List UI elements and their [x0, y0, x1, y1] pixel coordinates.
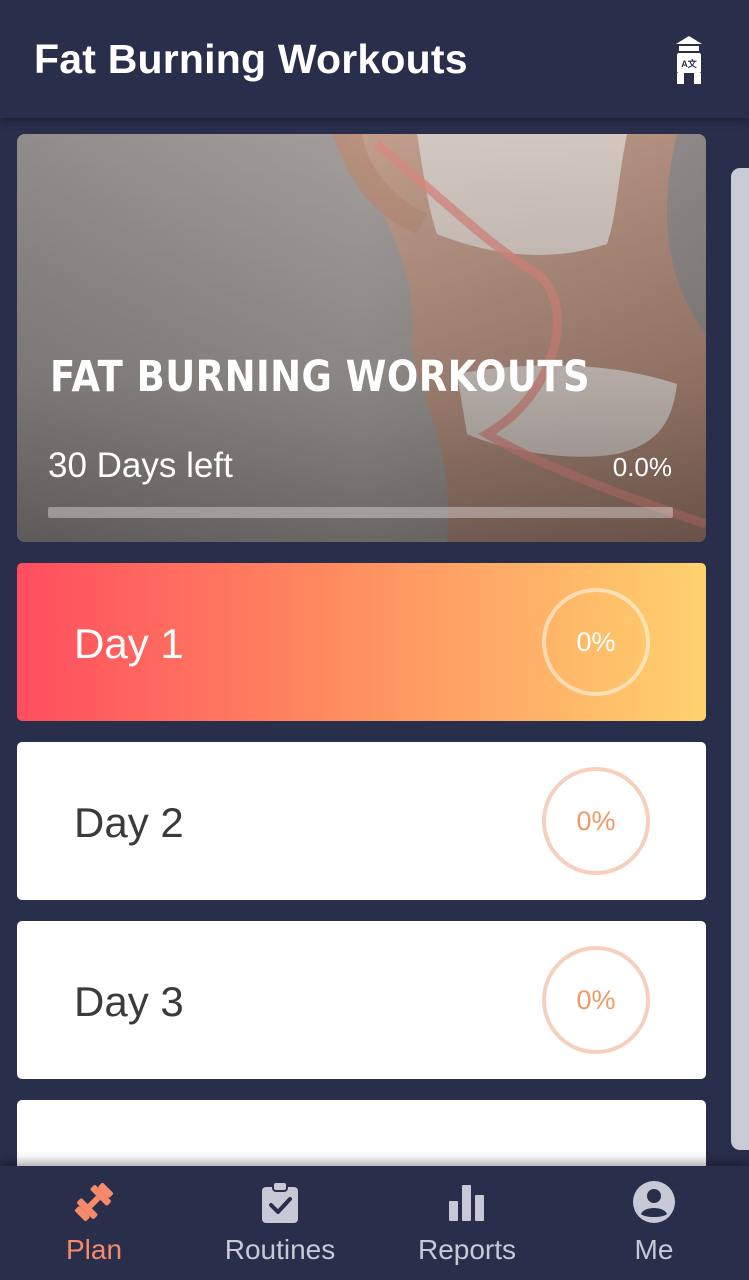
plan-title: FAT BURNING WORKOUTS [50, 352, 591, 402]
day-label: Day 1 [74, 620, 184, 667]
day-progress-percent: 0% [576, 805, 616, 836]
clipboard-check-icon [262, 1181, 298, 1223]
dumbbell-icon [75, 1183, 113, 1221]
tab-me[interactable]: Me [574, 1166, 734, 1280]
bar-chart-icon [449, 1185, 484, 1221]
bottom-navigation: Plan Routines Reports Me [0, 1166, 749, 1280]
tab-reports[interactable]: Reports [387, 1166, 547, 1280]
app-title: Fat Burning Workouts [34, 36, 468, 82]
day-progress-percent: 0% [576, 984, 616, 1015]
plan-progress-percent: 0.0% [612, 452, 672, 482]
plan-progress-bar [48, 507, 673, 518]
day-progress-ring: 0% [542, 946, 650, 1054]
translate-icon: A文 [676, 36, 702, 84]
day-label: Day 2 [74, 799, 184, 846]
translate-button[interactable]: A文 [668, 34, 710, 86]
top-app-bar: Fat Burning Workouts A文 [0, 0, 749, 118]
day-card-1[interactable]: Day 1 0% [17, 563, 706, 721]
tab-label: Routines [224, 1234, 336, 1265]
svg-text:A文: A文 [681, 58, 697, 69]
plan-hero-card[interactable]: FAT BURNING WORKOUTS 30 Days left 0.0% [17, 134, 706, 542]
tab-label: Me [634, 1234, 674, 1265]
day-progress-ring: 0% [542, 767, 650, 875]
day-progress-percent: 0% [576, 626, 616, 657]
tab-routines[interactable]: Routines [200, 1166, 360, 1280]
account-icon [633, 1181, 675, 1223]
tab-label: Reports [417, 1234, 517, 1265]
day-card-4[interactable] [17, 1100, 706, 1166]
day-card-3[interactable]: Day 3 0% [17, 921, 706, 1079]
day-card-2[interactable]: Day 2 0% [17, 742, 706, 900]
tab-plan[interactable]: Plan [14, 1166, 174, 1280]
plan-list: FAT BURNING WORKOUTS 30 Days left 0.0% D… [0, 118, 749, 1166]
day-label: Day 3 [74, 978, 184, 1025]
days-left-text: 30 Days left [48, 446, 233, 485]
day-progress-ring: 0% [542, 588, 650, 696]
tab-label: Plan [65, 1234, 123, 1265]
